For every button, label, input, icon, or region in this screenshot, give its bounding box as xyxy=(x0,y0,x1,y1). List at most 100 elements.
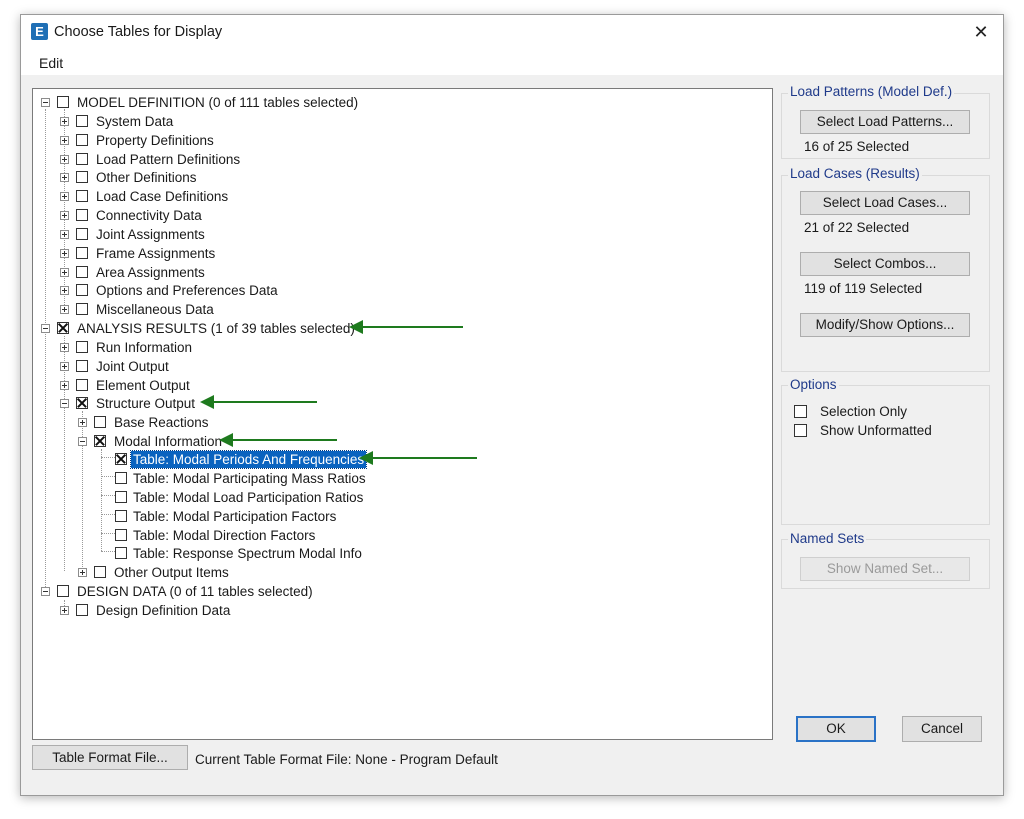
select-load-patterns-button[interactable]: Select Load Patterns... xyxy=(800,110,970,134)
select-load-cases-button[interactable]: Select Load Cases... xyxy=(800,191,970,215)
node-checkbox[interactable] xyxy=(76,209,88,221)
node-label: Load Pattern Definitions xyxy=(96,152,241,167)
node-label: System Data xyxy=(96,114,174,129)
collapse-toggle[interactable] xyxy=(41,98,50,107)
close-button[interactable]: ✕ xyxy=(959,15,1003,49)
selection-only-option[interactable]: Selection Only xyxy=(794,404,964,420)
node-label: Connectivity Data xyxy=(96,208,202,223)
expand-toggle[interactable] xyxy=(78,568,87,577)
table-tree[interactable]: MODEL DEFINITION (0 of 111 tables select… xyxy=(32,88,773,740)
node-label: Table: Response Spectrum Modal Info xyxy=(133,546,362,561)
tree-connector xyxy=(101,551,115,552)
node-label: Structure Output xyxy=(96,396,196,411)
node-label: Load Case Definitions xyxy=(96,189,229,204)
tree-connector xyxy=(45,109,46,589)
node-checkbox[interactable] xyxy=(76,134,88,146)
node-label: ANALYSIS RESULTS (1 of 39 tables selecte… xyxy=(77,321,355,336)
node-checkbox-checked[interactable] xyxy=(76,397,88,409)
menu-edit[interactable]: Edit xyxy=(39,55,63,71)
window-title: Choose Tables for Display xyxy=(54,24,223,40)
expand-toggle[interactable] xyxy=(60,230,69,239)
show-unformatted-option[interactable]: Show Unformatted xyxy=(794,423,964,439)
expand-toggle[interactable] xyxy=(60,249,69,258)
show-unformatted-checkbox[interactable] xyxy=(794,424,807,437)
annotation-arrow-icon xyxy=(219,433,337,447)
expand-toggle[interactable] xyxy=(60,211,69,220)
node-checkbox[interactable] xyxy=(76,115,88,127)
node-checkbox[interactable] xyxy=(76,247,88,259)
node-checkbox[interactable] xyxy=(115,547,127,559)
selection-only-label: Selection Only xyxy=(820,404,908,419)
node-checkbox[interactable] xyxy=(76,303,88,315)
node-checkbox[interactable] xyxy=(76,341,88,353)
collapse-toggle[interactable] xyxy=(41,587,50,596)
expand-toggle[interactable] xyxy=(60,173,69,182)
expand-toggle[interactable] xyxy=(60,136,69,145)
node-checkbox[interactable] xyxy=(57,585,69,597)
collapse-toggle[interactable] xyxy=(60,399,69,408)
expand-toggle[interactable] xyxy=(60,381,69,390)
node-checkbox[interactable] xyxy=(76,284,88,296)
expand-toggle[interactable] xyxy=(60,286,69,295)
expand-toggle[interactable] xyxy=(60,192,69,201)
tree-connector xyxy=(101,457,115,458)
node-checkbox[interactable] xyxy=(76,153,88,165)
node-checkbox-checked[interactable] xyxy=(115,453,127,465)
node-label: Area Assignments xyxy=(96,265,205,280)
node-checkbox[interactable] xyxy=(94,566,106,578)
select-combos-button[interactable]: Select Combos... xyxy=(800,252,970,276)
table-format-file-button[interactable]: Table Format File... xyxy=(32,745,188,770)
modify-show-options-button[interactable]: Modify/Show Options... xyxy=(800,313,970,337)
node-label: DESIGN DATA (0 of 11 tables selected) xyxy=(77,584,313,599)
node-checkbox[interactable] xyxy=(76,360,88,372)
combos-status: 119 of 119 Selected xyxy=(804,281,923,296)
expand-toggle[interactable] xyxy=(60,606,69,615)
node-checkbox[interactable] xyxy=(57,96,69,108)
collapse-toggle[interactable] xyxy=(78,437,87,446)
cancel-button[interactable]: Cancel xyxy=(902,716,982,742)
node-checkbox[interactable] xyxy=(115,529,127,541)
etabs-app-icon: E xyxy=(31,23,48,40)
node-label: MODEL DEFINITION (0 of 111 tables select… xyxy=(77,95,359,110)
node-checkbox[interactable] xyxy=(76,228,88,240)
node-checkbox[interactable] xyxy=(76,266,88,278)
tree-connector xyxy=(101,495,115,496)
node-label: Other Output Items xyxy=(114,565,229,580)
node-checkbox[interactable] xyxy=(76,604,88,616)
node-checkbox[interactable] xyxy=(76,171,88,183)
node-checkbox-checked[interactable] xyxy=(57,322,69,334)
node-label: Other Definitions xyxy=(96,170,197,185)
annotation-arrow-icon xyxy=(200,395,317,409)
node-label: Table: Modal Load Participation Ratios xyxy=(133,490,364,505)
ok-button[interactable]: OK xyxy=(796,716,876,742)
load-patterns-title: Load Patterns (Model Def.) xyxy=(788,84,955,99)
expand-toggle[interactable] xyxy=(60,268,69,277)
node-label: Base Reactions xyxy=(114,415,209,430)
selection-only-checkbox[interactable] xyxy=(794,405,807,418)
collapse-toggle[interactable] xyxy=(41,324,50,333)
expand-toggle[interactable] xyxy=(60,362,69,371)
node-checkbox[interactable] xyxy=(115,491,127,503)
show-unformatted-label: Show Unformatted xyxy=(820,423,932,438)
node-checkbox[interactable] xyxy=(115,510,127,522)
node-checkbox[interactable] xyxy=(76,379,88,391)
node-label: Element Output xyxy=(96,378,190,393)
tree-connector xyxy=(64,336,65,571)
node-label: Table: Modal Participating Mass Ratios xyxy=(133,471,366,486)
tree-connector xyxy=(101,533,115,534)
expand-toggle[interactable] xyxy=(78,418,87,427)
expand-toggle[interactable] xyxy=(60,343,69,352)
node-label: Table: Modal Direction Factors xyxy=(133,528,316,543)
expand-toggle[interactable] xyxy=(60,305,69,314)
choose-tables-dialog: E Choose Tables for Display ✕ Edit MODEL… xyxy=(20,14,1004,796)
node-checkbox[interactable] xyxy=(115,472,127,484)
node-checkbox[interactable] xyxy=(94,416,106,428)
node-label: Modal Information xyxy=(114,434,223,449)
node-label: Property Definitions xyxy=(96,133,214,148)
node-checkbox[interactable] xyxy=(76,190,88,202)
node-label: Joint Assignments xyxy=(96,227,205,242)
expand-toggle[interactable] xyxy=(60,117,69,126)
tree-connector xyxy=(101,476,115,477)
node-checkbox-checked[interactable] xyxy=(94,435,106,447)
expand-toggle[interactable] xyxy=(60,155,69,164)
